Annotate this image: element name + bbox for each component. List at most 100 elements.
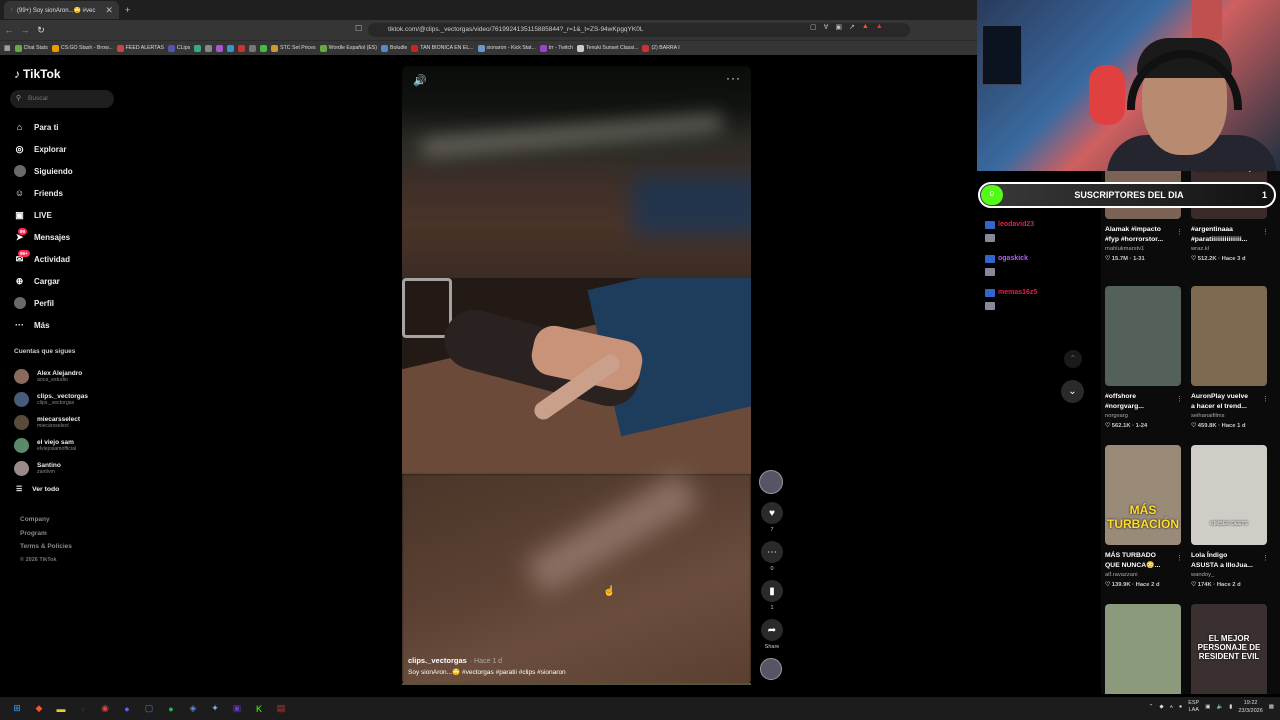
- windows-start-icon[interactable]: ⊞: [10, 702, 24, 716]
- bookmark-item[interactable]: [205, 44, 213, 52]
- bookmark-item[interactable]: trr - Twitch: [539, 44, 573, 52]
- tray-app-icon[interactable]: ◆: [1159, 704, 1163, 710]
- nav-item-actividad[interactable]: ✉ 99+ Actividad: [13, 248, 73, 270]
- kick-icon[interactable]: K: [252, 702, 266, 716]
- discord-icon[interactable]: ●: [120, 702, 134, 716]
- footer-terms[interactable]: Terms & Policies: [20, 543, 72, 557]
- app3-icon[interactable]: ▣: [230, 702, 244, 716]
- reload-icon[interactable]: ↻: [34, 25, 48, 36]
- bookmark-item[interactable]: [216, 44, 224, 52]
- network-icon[interactable]: ▣: [1205, 704, 1210, 710]
- volume-icon[interactable]: 🔈: [1216, 704, 1223, 710]
- more-options-icon[interactable]: ···: [726, 71, 741, 85]
- bookmark-item[interactable]: CLips: [167, 44, 190, 52]
- footer-program[interactable]: Program: [20, 530, 72, 544]
- nav-item-friends[interactable]: ☺ Friends: [13, 182, 73, 204]
- bookmark-item[interactable]: Wordle Español (ES): [319, 44, 377, 52]
- app4-icon[interactable]: ▤: [274, 702, 288, 716]
- bookmark-item[interactable]: (2) BARRA I: [642, 44, 680, 52]
- bookmark-item[interactable]: Boludle: [380, 44, 407, 52]
- kebab-menu-icon[interactable]: ⋮: [1262, 395, 1269, 403]
- spotify-icon[interactable]: ●: [164, 702, 178, 716]
- like-button[interactable]: ♥: [761, 502, 783, 524]
- tray-steam-icon[interactable]: ●: [1179, 704, 1182, 710]
- nav-item-mensajes[interactable]: ➤ 99 Mensajes: [13, 226, 73, 248]
- kebab-menu-icon[interactable]: ⋮: [1262, 228, 1269, 236]
- close-icon[interactable]: ✕: [105, 5, 113, 16]
- video-card[interactable]: [1105, 604, 1187, 694]
- file-explorer-icon[interactable]: ▬: [54, 702, 68, 716]
- notifications-icon[interactable]: ▩: [1269, 704, 1274, 710]
- clock[interactable]: 19:22 23/3/2026: [1238, 699, 1262, 715]
- new-tab-icon[interactable]: +: [125, 5, 130, 15]
- steam-icon[interactable]: ●: [76, 702, 90, 716]
- kebab-menu-icon[interactable]: ⋮: [1262, 554, 1269, 562]
- mic-icon[interactable]: ⍲: [1170, 704, 1173, 711]
- video-card[interactable]: MÁS TURBACIÓN MÁS TURBADO QUE NUNCA😳... alf…: [1105, 445, 1187, 590]
- share-button[interactable]: ➦: [761, 619, 783, 641]
- brave-shield-icon[interactable]: ▲: [862, 23, 869, 31]
- rewards-icon[interactable]: ▲: [876, 23, 883, 31]
- save-button[interactable]: ▮: [761, 580, 783, 602]
- scroll-down-button[interactable]: ⌄: [1061, 380, 1084, 403]
- brave-icon[interactable]: ◆: [32, 702, 46, 716]
- cast-icon[interactable]: ▣: [835, 23, 842, 31]
- back-icon[interactable]: ←: [2, 25, 16, 35]
- footer-company[interactable]: Company: [20, 516, 72, 530]
- comment-button[interactable]: ⋯: [761, 541, 783, 563]
- translate-icon[interactable]: ∀: [824, 23, 829, 31]
- kebab-menu-icon[interactable]: ⋮: [1176, 554, 1183, 562]
- sound-avatar[interactable]: [760, 658, 782, 680]
- forward-icon[interactable]: →: [18, 25, 32, 35]
- bookmark-icon[interactable]: ☐: [355, 24, 362, 33]
- video-progress-bar[interactable]: [402, 683, 751, 685]
- volume-icon[interactable]: 🔊: [413, 74, 427, 87]
- chrome-icon[interactable]: ◉: [98, 702, 112, 716]
- bookmark-item[interactable]: CS:GO Stash - Brow...: [51, 44, 113, 52]
- kebab-menu-icon[interactable]: ⋮: [1176, 395, 1183, 403]
- nav-item-explorar[interactable]: ◎ Explorar: [13, 138, 73, 160]
- video-author[interactable]: clips._vectorgas: [408, 656, 467, 665]
- extension-icon[interactable]: ▢: [810, 23, 817, 31]
- bookmark-item[interactable]: sionaron - Kick Stat...: [477, 44, 536, 52]
- language-indicator[interactable]: ESP LAA: [1188, 700, 1199, 714]
- chevron-up-icon[interactable]: ⌃: [1149, 704, 1154, 710]
- app2-icon[interactable]: ✦: [208, 702, 222, 716]
- app-icon[interactable]: ◈: [186, 702, 200, 716]
- video-description[interactable]: Soy sionAron...🙄 #vectorgas #paratii #cl…: [408, 668, 566, 676]
- author-avatar[interactable]: [759, 470, 783, 494]
- browser-tab[interactable]: ♪ (99+) Soy sionAron...🙄 #vec ✕: [4, 1, 119, 19]
- following-item[interactable]: miecarsselect miecarsselect: [14, 411, 88, 434]
- search-input[interactable]: ⚲ Buscar: [10, 90, 114, 108]
- bookmark-item[interactable]: TAN BIONICA EN EL...: [411, 44, 474, 52]
- following-item[interactable]: clips._vectorgas clips._vectorgas: [14, 388, 88, 411]
- video-card[interactable]: EL MEJOR PERSONAJE DE RESIDENT EVIL: [1191, 604, 1273, 694]
- kebab-menu-icon[interactable]: ⋮: [1176, 228, 1183, 236]
- bookmark-item[interactable]: [249, 44, 257, 52]
- nav-item-ms[interactable]: ··· Más: [13, 314, 73, 336]
- bookmark-item[interactable]: STC Set Prices: [271, 44, 316, 52]
- video-card[interactable]: KIMBER DEETS Lola Índigo ASUSTA a IlloJua.…: [1191, 445, 1273, 590]
- tiktok-logo[interactable]: ♪ TikTok: [14, 67, 61, 81]
- bookmark-item[interactable]: [260, 44, 268, 52]
- bookmark-item[interactable]: [227, 44, 235, 52]
- see-all-link[interactable]: ☰ Ver todo: [16, 480, 88, 498]
- nav-item-siguiendo[interactable]: Siguiendo: [13, 160, 73, 182]
- following-item[interactable]: Santino zantivm: [14, 457, 88, 480]
- bookmark-item[interactable]: FEED ALERTAS: [116, 44, 164, 52]
- nav-item-cargar[interactable]: ⊕ Cargar: [13, 270, 73, 292]
- share-icon[interactable]: ↗: [849, 23, 855, 31]
- battery-icon[interactable]: ▮: [1229, 704, 1232, 710]
- bookmark-item[interactable]: Tenuki Sunset Classi...: [576, 44, 638, 52]
- bookmark-item[interactable]: [238, 44, 246, 52]
- following-item[interactable]: Alex Alejandro aoca_estudio: [14, 365, 88, 388]
- bookmark-item[interactable]: [194, 44, 202, 52]
- following-item[interactable]: el viejo sam elviejosamofficial: [14, 434, 88, 457]
- video-card[interactable]: #offshore #norgvarg... norgvarg ♡ 562.1K · …: [1105, 286, 1187, 431]
- scroll-up-button[interactable]: ⌃: [1064, 350, 1082, 368]
- monitor-icon[interactable]: ▢: [142, 702, 156, 716]
- nav-item-live[interactable]: ▣ LIVE: [13, 204, 73, 226]
- video-card[interactable]: AuronPlay vuelve a hacer el trend... seiha…: [1191, 286, 1273, 431]
- video-player[interactable]: [402, 66, 751, 685]
- nav-item-parati[interactable]: ⌂ Para ti: [13, 116, 73, 138]
